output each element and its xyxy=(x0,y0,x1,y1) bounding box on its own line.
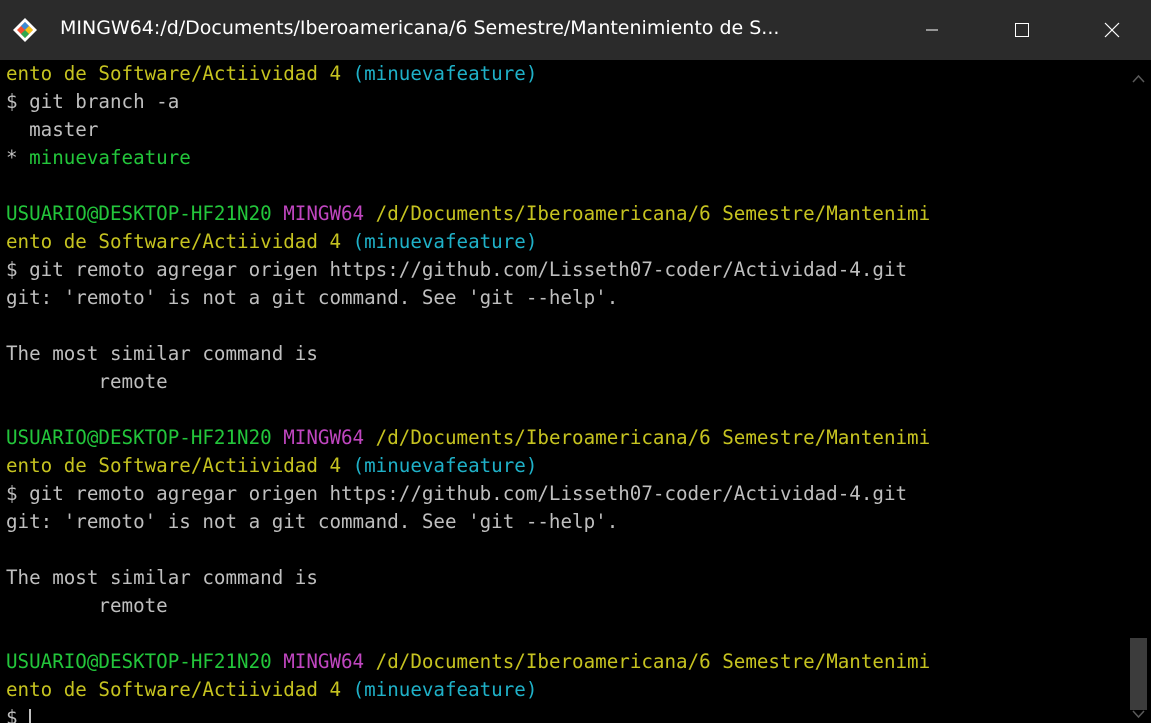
text-cursor xyxy=(29,708,32,723)
maximize-button[interactable] xyxy=(992,0,1052,60)
git-bash-diamond-icon xyxy=(12,17,38,43)
terminal-text-segment: $ xyxy=(6,706,30,723)
scroll-down-arrow-icon[interactable] xyxy=(1132,710,1145,719)
terminal-text-segment: minuevafeature xyxy=(29,146,191,169)
terminal-line: $ git branch -a xyxy=(0,88,1126,116)
close-button[interactable] xyxy=(1082,0,1142,60)
terminal-line: git: 'remoto' is not a git command. See … xyxy=(0,284,1126,312)
terminal-line: * minuevafeature xyxy=(0,144,1126,172)
terminal-line: USUARIO@DESKTOP-HF21N20 MINGW64 /d/Docum… xyxy=(0,648,1126,676)
terminal-text-segment: (minuevafeature) xyxy=(352,62,538,85)
terminal-text-segment: (minuevafeature) xyxy=(352,230,538,253)
terminal-text-segment: MINGW64 xyxy=(283,650,376,673)
close-icon xyxy=(1104,22,1120,38)
terminal-text-segment: $ git remoto agregar origen https://gith… xyxy=(6,482,908,505)
minimize-icon xyxy=(926,29,938,31)
terminal-line: The most similar command is xyxy=(0,340,1126,368)
terminal-line: git: 'remoto' is not a git command. See … xyxy=(0,508,1126,536)
terminal-line: ento de Software/Actiividad 4 (minuevafe… xyxy=(0,60,1126,88)
scrollbar-thumb[interactable] xyxy=(1130,638,1147,710)
terminal-text-segment: /d/Documents/Iberoamericana/6 Semestre/M… xyxy=(375,426,931,449)
terminal-line: $ git remoto agregar origen https://gith… xyxy=(0,480,1126,508)
terminal-text-segment: * xyxy=(6,146,30,169)
terminal-text-segment: USUARIO@DESKTOP-HF21N20 xyxy=(6,426,284,449)
terminal-text-segment: MINGW64 xyxy=(283,202,376,225)
terminal-line: master xyxy=(0,116,1126,144)
terminal-text-segment: git: 'remoto' is not a git command. See … xyxy=(6,510,619,533)
terminal-text-segment: ento de Software/Actiividad 4 xyxy=(6,230,353,253)
terminal-line: The most similar command is xyxy=(0,564,1126,592)
terminal-text-segment: The most similar command is xyxy=(6,342,318,365)
terminal-window: MINGW64:/d/Documents/Iberoamericana/6 Se… xyxy=(0,0,1151,723)
terminal-line: USUARIO@DESKTOP-HF21N20 MINGW64 /d/Docum… xyxy=(0,200,1126,228)
terminal-line: $ git remoto agregar origen https://gith… xyxy=(0,256,1126,284)
terminal-text-segment: master xyxy=(6,118,99,141)
terminal-text-segment: /d/Documents/Iberoamericana/6 Semestre/M… xyxy=(375,650,931,673)
terminal-text-segment: (minuevafeature) xyxy=(352,678,538,701)
terminal-line: remote xyxy=(0,368,1126,396)
terminal-text-segment: remote xyxy=(6,370,168,393)
vertical-scrollbar[interactable] xyxy=(1126,60,1151,723)
terminal-line: ento de Software/Actiividad 4 (minuevafe… xyxy=(0,452,1126,480)
terminal-text-segment: git: 'remoto' is not a git command. See … xyxy=(6,286,619,309)
minimize-button[interactable] xyxy=(902,0,962,60)
title-bar[interactable]: MINGW64:/d/Documents/Iberoamericana/6 Se… xyxy=(0,0,1151,60)
terminal-text-segment: $ git branch -a xyxy=(6,90,180,113)
terminal-text-segment: (minuevafeature) xyxy=(352,454,538,477)
terminal-line: USUARIO@DESKTOP-HF21N20 MINGW64 /d/Docum… xyxy=(0,424,1126,452)
terminal-line: remote xyxy=(0,592,1126,620)
terminal-text-segment: USUARIO@DESKTOP-HF21N20 xyxy=(6,650,284,673)
window-title: MINGW64:/d/Documents/Iberoamericana/6 Se… xyxy=(60,17,780,39)
terminal-line: ento de Software/Actiividad 4 (minuevafe… xyxy=(0,228,1126,256)
terminal-text-segment: $ git remoto agregar origen https://gith… xyxy=(6,258,908,281)
terminal-text-segment: ento de Software/Actiividad 4 xyxy=(6,62,353,85)
maximize-icon xyxy=(1015,23,1029,37)
terminal-text-segment: USUARIO@DESKTOP-HF21N20 xyxy=(6,202,284,225)
terminal-text-segment: MINGW64 xyxy=(283,426,376,449)
terminal-text-segment: ento de Software/Actiividad 4 xyxy=(6,454,353,477)
scroll-up-arrow-icon[interactable] xyxy=(1132,74,1145,83)
terminal-text-segment: The most similar command is xyxy=(6,566,318,589)
terminal-line: $ xyxy=(0,704,1126,723)
terminal-line: ento de Software/Actiividad 4 (minuevafe… xyxy=(0,676,1126,704)
terminal-text-segment: remote xyxy=(6,594,168,617)
terminal-text-segment: ento de Software/Actiividad 4 xyxy=(6,678,353,701)
terminal-output[interactable]: ento de Software/Actiividad 4 (minuevafe… xyxy=(0,60,1126,723)
terminal-text-segment: /d/Documents/Iberoamericana/6 Semestre/M… xyxy=(375,202,931,225)
